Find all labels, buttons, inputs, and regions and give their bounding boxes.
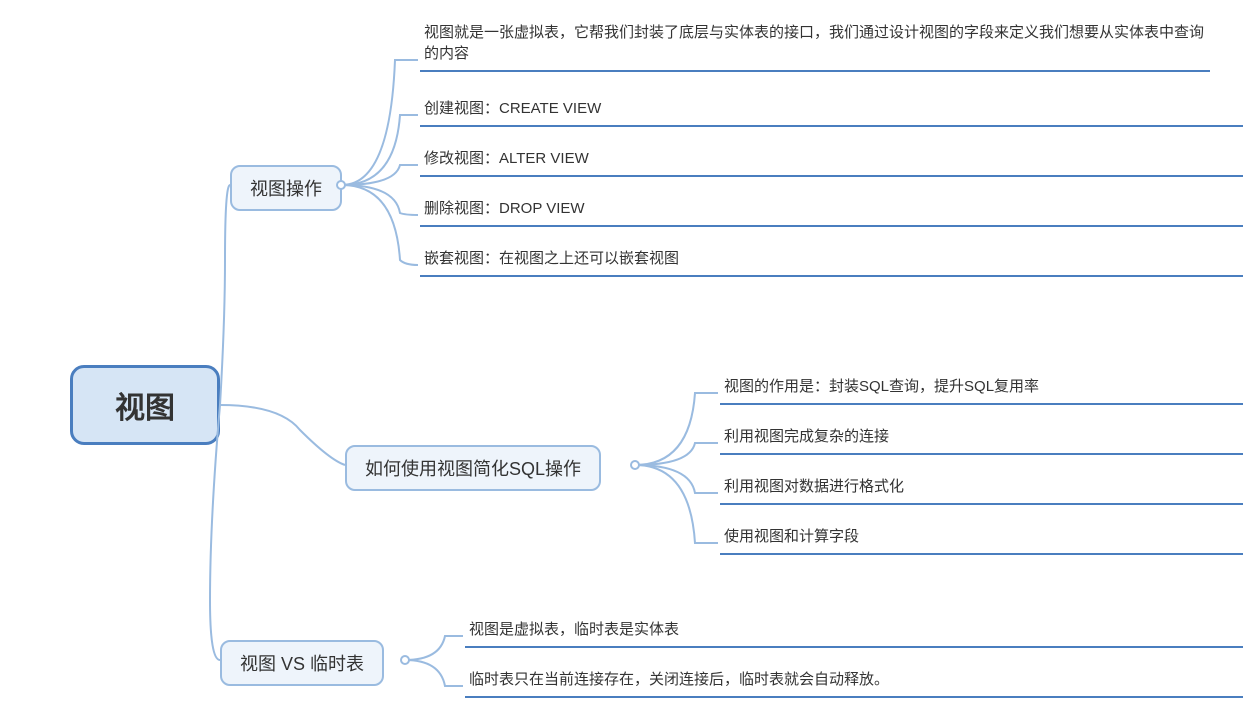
- root-label: 视图: [115, 383, 175, 427]
- branch-label-vs: 视图 VS 临时表: [240, 650, 364, 676]
- leaf-vs-1: 临时表只在当前连接存在，关闭连接后，临时表就会自动释放。: [465, 663, 1243, 698]
- root-node[interactable]: 视图: [70, 365, 220, 445]
- branch-node-vs[interactable]: 视图 VS 临时表: [220, 640, 384, 686]
- leaf-simp-3: 使用视图和计算字段: [720, 520, 1243, 555]
- leaf-ops-2: 修改视图：ALTER VIEW: [420, 142, 1243, 177]
- leaf-vs-0: 视图是虚拟表，临时表是实体表: [465, 613, 1243, 648]
- junction-simplify: [630, 460, 640, 470]
- leaf-ops-4: 嵌套视图：在视图之上还可以嵌套视图: [420, 242, 1243, 277]
- branch-node-ops[interactable]: 视图操作: [230, 165, 342, 211]
- leaf-ops-3: 删除视图：DROP VIEW: [420, 192, 1243, 227]
- branch-label-simplify: 如何使用视图简化SQL操作: [365, 455, 581, 481]
- leaf-ops-1: 创建视图：CREATE VIEW: [420, 92, 1243, 127]
- branch-node-simplify[interactable]: 如何使用视图简化SQL操作: [345, 445, 601, 491]
- junction-ops: [336, 180, 346, 190]
- leaf-ops-0: 视图就是一张虚拟表，它帮我们封装了底层与实体表的接口，我们通过设计视图的字段来定…: [420, 16, 1210, 72]
- leaf-simp-2: 利用视图对数据进行格式化: [720, 470, 1243, 505]
- branch-label-ops: 视图操作: [250, 175, 322, 201]
- leaf-simp-0: 视图的作用是：封装SQL查询，提升SQL复用率: [720, 370, 1243, 405]
- junction-vs: [400, 655, 410, 665]
- leaf-simp-1: 利用视图完成复杂的连接: [720, 420, 1243, 455]
